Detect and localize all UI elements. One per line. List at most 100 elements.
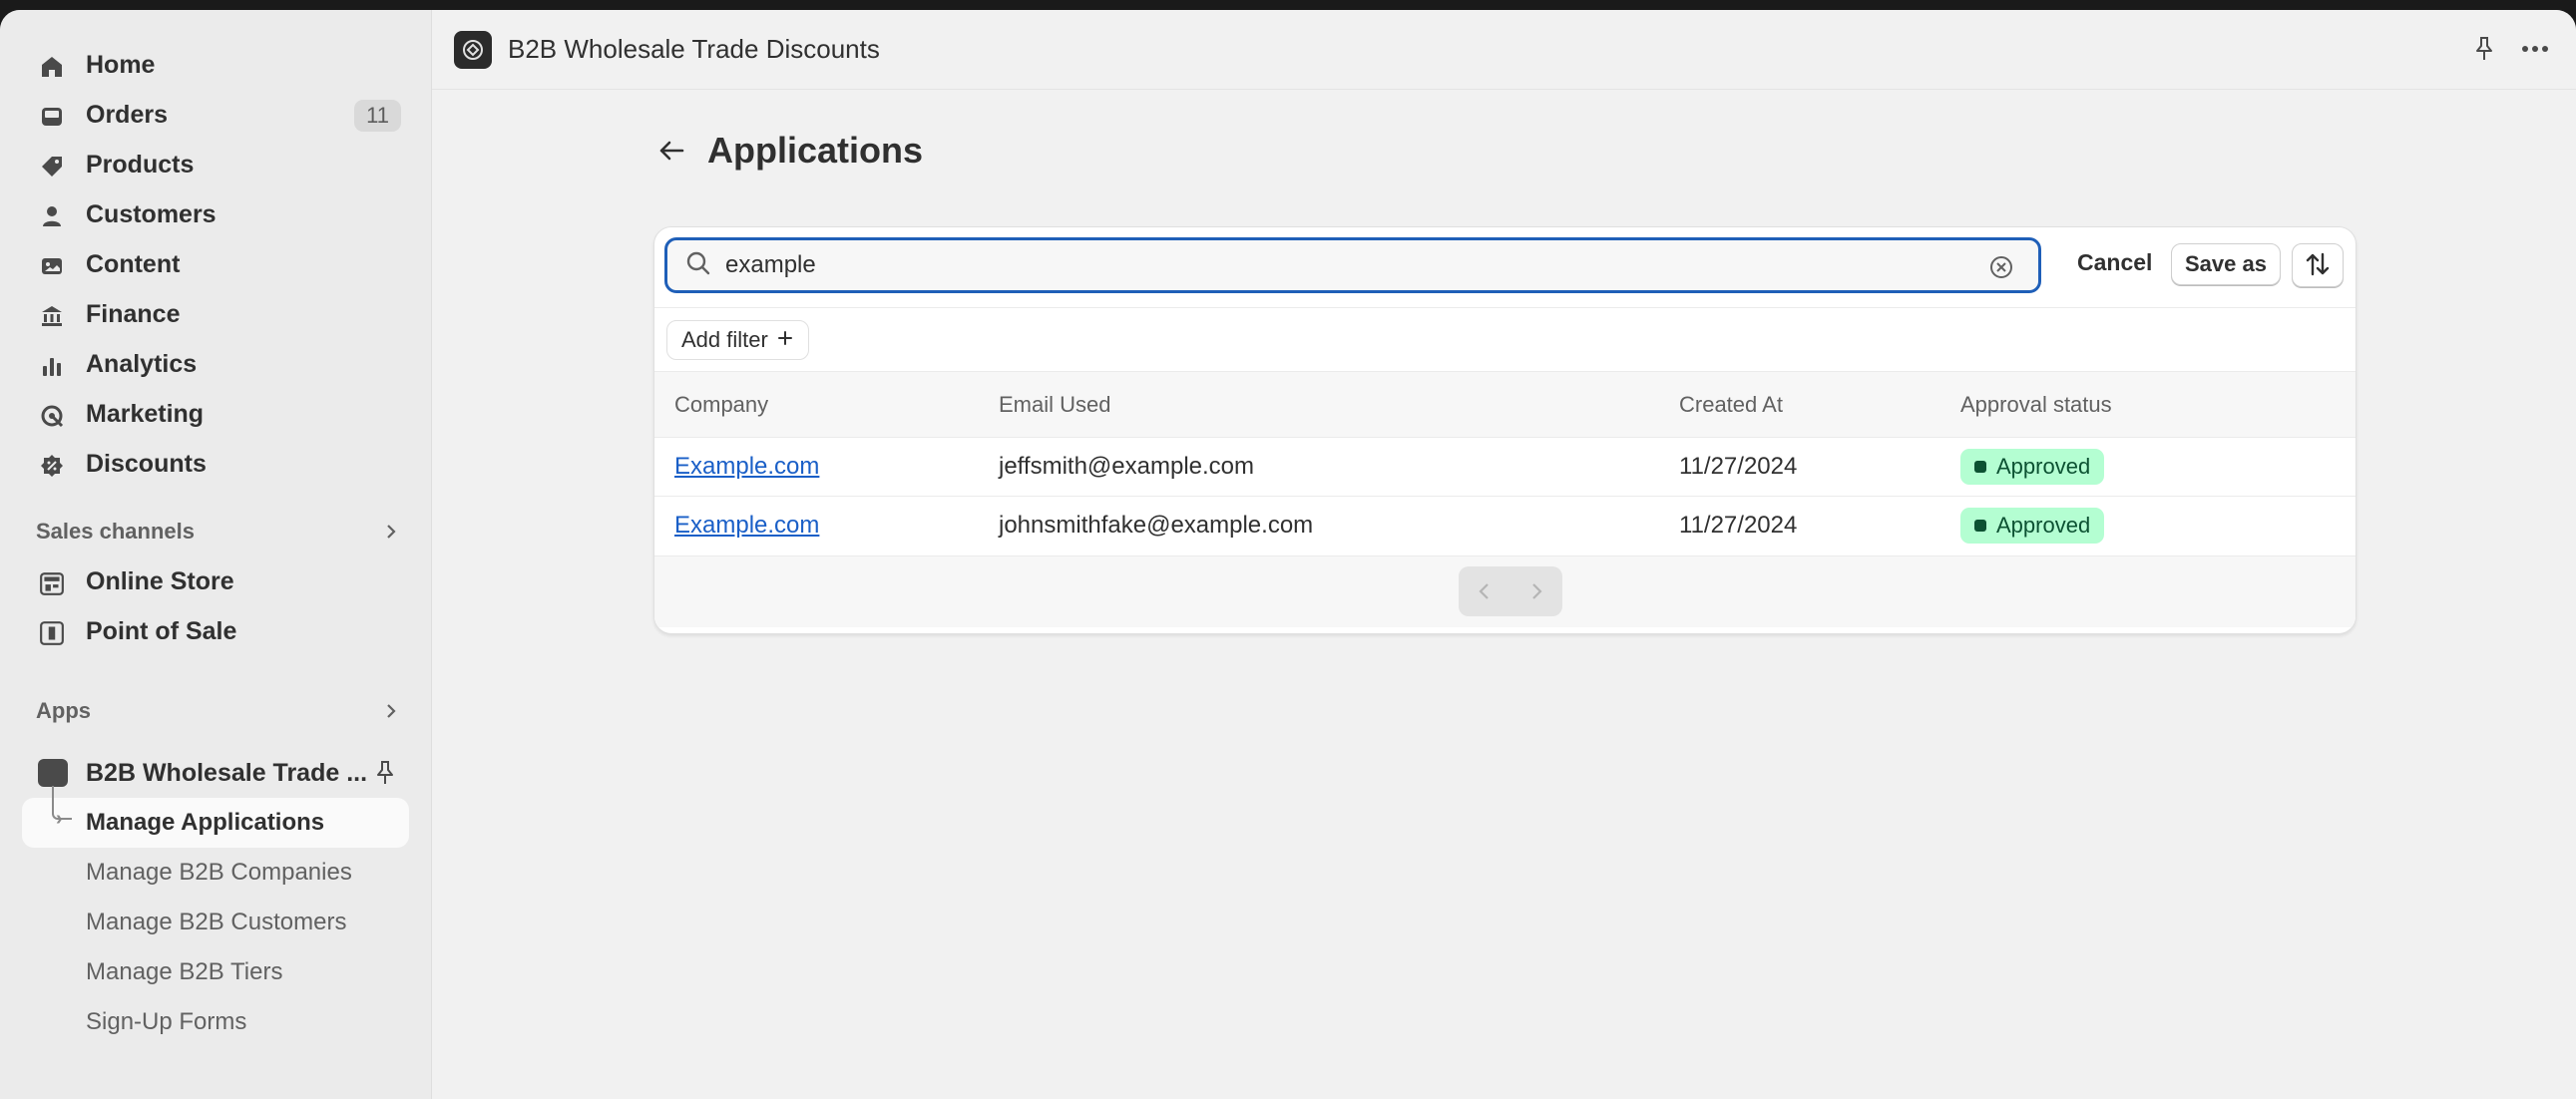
next-page-button[interactable]	[1510, 566, 1562, 616]
chevron-right-icon	[381, 701, 401, 727]
clear-search-icon[interactable]	[1988, 254, 2014, 285]
pin-icon[interactable]	[2472, 36, 2496, 67]
plus-icon	[776, 327, 794, 353]
table-row[interactable]: Example.com johnsmithfake@example.com 11…	[654, 496, 2356, 555]
more-options-icon[interactable]	[2520, 36, 2550, 67]
orders-count-badge: 11	[354, 100, 401, 132]
add-filter-label: Add filter	[681, 327, 768, 352]
tag-icon	[38, 153, 66, 181]
sidebar-subitem-label: Sign-Up Forms	[86, 1008, 247, 1035]
status-badge: Approved	[1960, 449, 2105, 485]
image-icon	[38, 252, 66, 280]
status-badge: Approved	[1960, 508, 2105, 545]
search-bar-row: Cancel Save as	[654, 227, 2356, 307]
sidebar-item-marketing[interactable]: Marketing	[0, 389, 431, 439]
apps-header[interactable]: Apps	[0, 686, 431, 736]
page-title: Applications	[707, 130, 924, 171]
chevron-left-icon	[1479, 582, 1489, 599]
sidebar-subitem-label: Manage Applications	[86, 809, 325, 836]
sidebar-subitem-manage-companies[interactable]: Manage B2B Companies	[0, 848, 431, 898]
status-dot-icon	[1974, 461, 1986, 473]
pagination	[1459, 565, 1562, 616]
sidebar: Home Orders 11 Products Customers Conten…	[0, 10, 431, 1099]
sidebar-item-label: Marketing	[86, 399, 205, 428]
sidebar-item-label: Products	[86, 150, 195, 179]
sidebar-subitem-label: Manage B2B Companies	[86, 859, 352, 886]
email-cell: jeffsmith@example.com	[999, 453, 1255, 480]
table-row[interactable]: Example.com jeffsmith@example.com 11/27/…	[654, 437, 2356, 497]
tree-arrow-icon: ›	[56, 808, 63, 830]
chevron-right-icon	[1532, 582, 1542, 599]
search-input[interactable]	[725, 251, 1942, 279]
pagination-row	[654, 554, 2356, 627]
app-title: B2B Wholesale Trade Discounts	[508, 34, 880, 64]
section-label: Sales channels	[36, 519, 195, 544]
sidebar-item-label: Point of Sale	[86, 616, 237, 645]
app-topbar: B2B Wholesale Trade Discounts	[432, 10, 2576, 90]
person-icon	[38, 202, 66, 230]
previous-page-button[interactable]	[1459, 566, 1510, 616]
sidebar-subitem-label: Manage B2B Customers	[86, 909, 347, 935]
sidebar-item-analytics[interactable]: Analytics	[0, 339, 431, 389]
sidebar-item-online-store[interactable]: Online Store	[0, 556, 431, 606]
sidebar-item-finance[interactable]: Finance	[0, 289, 431, 339]
filter-row: Add filter	[654, 307, 2356, 371]
search-icon	[685, 250, 711, 281]
admin-window: Home Orders 11 Products Customers Conten…	[0, 10, 2576, 1099]
add-filter-button[interactable]: Add filter	[666, 320, 809, 360]
cancel-button[interactable]: Cancel	[2069, 245, 2160, 280]
discount-icon	[38, 452, 66, 480]
page-header: Applications	[653, 130, 923, 172]
sort-icon	[2304, 250, 2332, 281]
sort-button[interactable]	[2292, 243, 2344, 287]
column-header-approval-status[interactable]: Approval status	[1960, 372, 2356, 438]
sidebar-subitem-manage-customers[interactable]: Manage B2B Customers	[0, 898, 431, 947]
home-icon	[38, 53, 66, 81]
sidebar-item-home[interactable]: Home	[0, 40, 431, 90]
sidebar-item-content[interactable]: Content	[0, 239, 431, 289]
created-at-cell: 11/27/2024	[1679, 512, 1798, 540]
sidebar-item-label: Orders	[86, 100, 168, 129]
app-name: B2B Wholesale Trade ...	[86, 758, 368, 787]
company-link[interactable]: Example.com	[674, 512, 819, 539]
applications-table: Company Email Used Created At Approval s…	[654, 371, 2356, 555]
save-as-button[interactable]: Save as	[2171, 243, 2281, 285]
sidebar-item-label: Analytics	[86, 349, 198, 378]
app-logo-icon	[454, 30, 492, 69]
bar-chart-icon	[38, 352, 66, 380]
target-icon	[38, 402, 66, 430]
sidebar-subitem-manage-tiers[interactable]: Manage B2B Tiers	[0, 947, 431, 997]
sidebar-subitem-signup-forms[interactable]: Sign-Up Forms	[0, 997, 431, 1047]
sidebar-item-label: Home	[86, 50, 156, 79]
main-content: B2B Wholesale Trade Discounts Applicatio…	[431, 10, 2576, 1099]
applications-card: Cancel Save as Add filter	[653, 226, 2357, 634]
sidebar-item-customers[interactable]: Customers	[0, 189, 431, 239]
sales-channels-header[interactable]: Sales channels	[0, 507, 431, 556]
sidebar-item-orders[interactable]: Orders 11	[0, 90, 431, 140]
store-icon	[38, 569, 66, 597]
bank-icon	[38, 302, 66, 330]
pin-icon[interactable]	[373, 760, 397, 793]
sidebar-item-point-of-sale[interactable]: Point of Sale	[0, 606, 431, 656]
column-header-company[interactable]: Company	[654, 372, 999, 438]
inbox-icon	[38, 103, 66, 131]
column-header-email[interactable]: Email Used	[999, 372, 1679, 438]
sidebar-item-label: Finance	[86, 299, 181, 328]
sidebar-item-label: Content	[86, 249, 181, 278]
sidebar-subitem-manage-applications[interactable]: › Manage Applications	[22, 786, 409, 848]
sidebar-item-label: Discounts	[86, 449, 207, 478]
company-link[interactable]: Example.com	[674, 453, 819, 480]
sidebar-item-label: Online Store	[86, 566, 234, 595]
sidebar-item-label: Customers	[86, 199, 216, 228]
sidebar-item-discounts[interactable]: Discounts	[0, 439, 431, 489]
sidebar-item-products[interactable]: Products	[0, 140, 431, 189]
search-field[interactable]	[664, 237, 2041, 293]
app-logo-icon	[38, 759, 68, 787]
created-at-cell: 11/27/2024	[1679, 453, 1798, 480]
back-arrow-icon[interactable]	[653, 133, 689, 169]
column-header-created-at[interactable]: Created At	[1679, 372, 1960, 438]
status-dot-icon	[1974, 520, 1986, 533]
table-header-row: Company Email Used Created At Approval s…	[654, 371, 2356, 438]
email-cell: johnsmithfake@example.com	[999, 512, 1314, 540]
section-label: Apps	[36, 698, 91, 723]
